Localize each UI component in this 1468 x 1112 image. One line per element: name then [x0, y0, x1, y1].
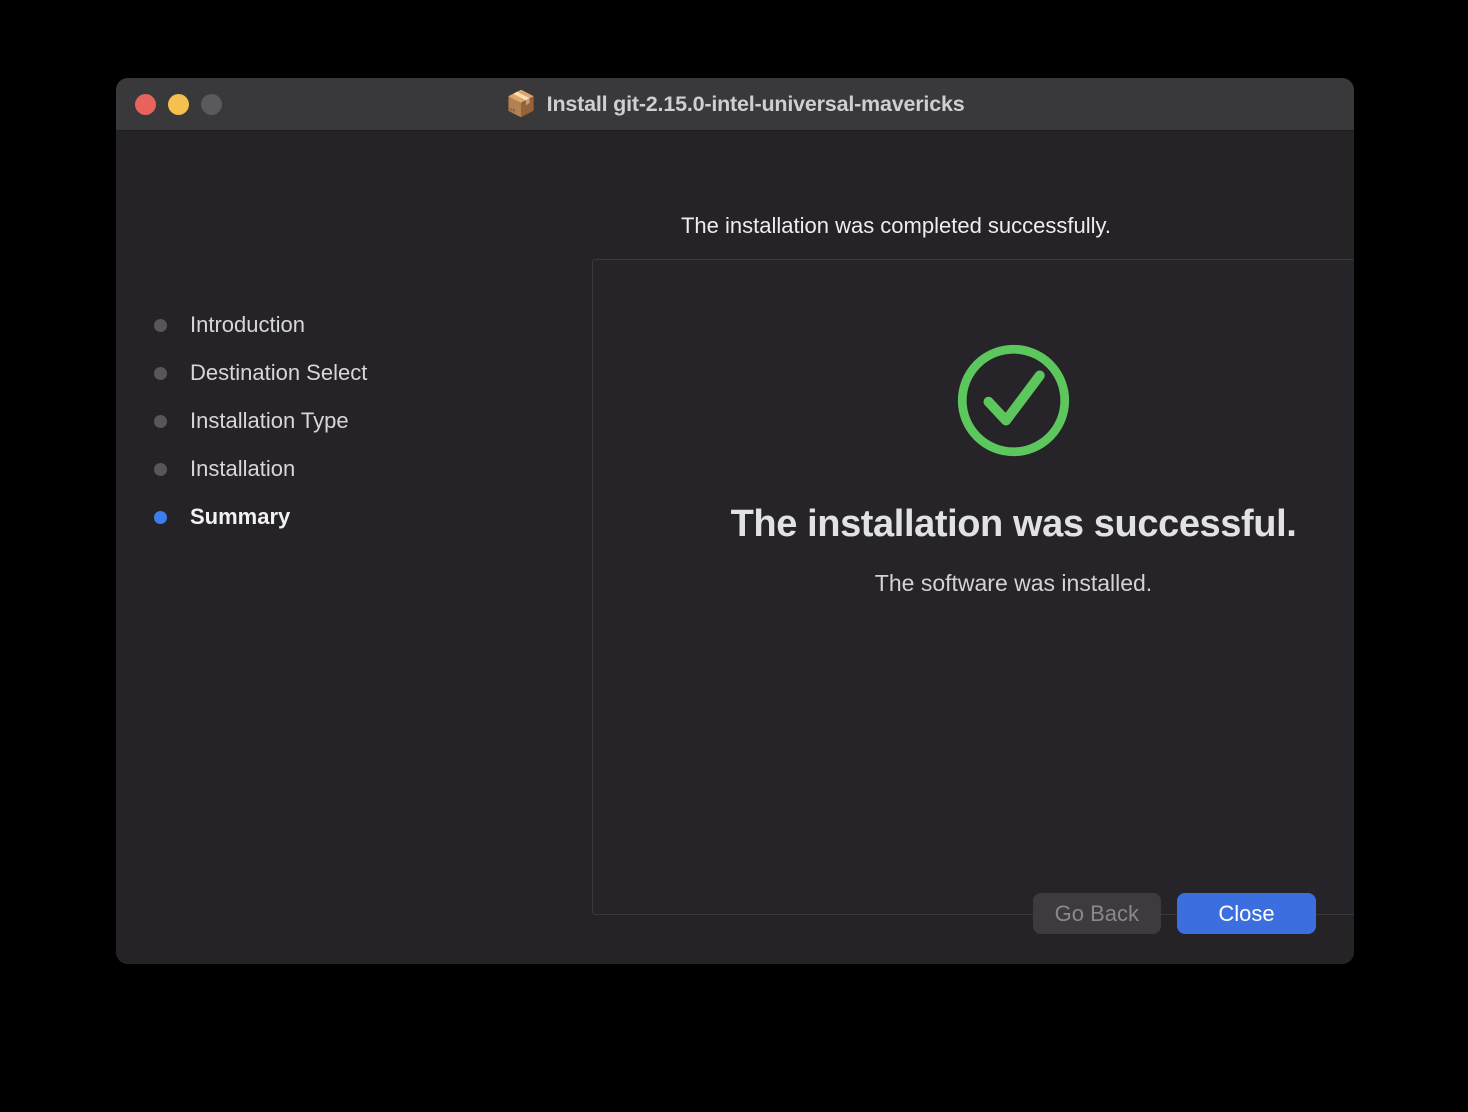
go-back-button[interactable]: Go Back [1032, 893, 1161, 934]
window-titlebar[interactable]: 📦 Install git-2.15.0-intel-universal-mav… [116, 78, 1354, 131]
sidebar-item-installation-type[interactable]: Installation Type [116, 397, 476, 445]
sidebar-item-installation[interactable]: Installation [116, 445, 476, 493]
step-bullet-icon [154, 318, 167, 332]
close-button[interactable]: Close [1177, 893, 1316, 934]
sidebar-item-destination-select[interactable]: Destination Select [116, 349, 476, 397]
window-title-group: 📦 Install git-2.15.0-intel-universal-mav… [116, 89, 1354, 118]
sidebar-item-label: Summary [190, 504, 291, 529]
minimize-window-button[interactable] [168, 93, 189, 115]
zoom-window-button[interactable] [201, 93, 222, 115]
installer-window: 📦 Install git-2.15.0-intel-universal-mav… [116, 78, 1354, 964]
sidebar-item-introduction[interactable]: Introduction [116, 301, 476, 349]
window-title: Install git-2.15.0-intel-universal-maver… [546, 91, 965, 116]
success-title: The installation was successful. [730, 503, 1297, 545]
sidebar-item-summary[interactable]: Summary [116, 493, 476, 541]
success-block: The installation was successful. The sof… [593, 338, 1354, 597]
step-bullet-icon [154, 462, 167, 476]
installer-steps-sidebar: Introduction Destination Select Installa… [116, 131, 476, 541]
window-traffic-lights [135, 93, 222, 115]
installer-main-pane: The installation was completed successfu… [476, 131, 1354, 964]
sidebar-item-label: Installation Type [190, 408, 349, 433]
check-circle-icon [957, 344, 1070, 457]
pane-heading: The installation was completed successfu… [680, 213, 1111, 238]
package-box-icon: 📦 [505, 89, 537, 118]
step-bullet-icon [154, 414, 167, 428]
step-bullet-icon [154, 366, 167, 380]
success-subtitle: The software was installed. [874, 570, 1153, 596]
sidebar-item-label: Installation [190, 456, 296, 481]
window-body: Introduction Destination Select Installa… [116, 131, 1354, 964]
sidebar-item-label: Destination Select [190, 360, 368, 385]
summary-content-box: The installation was successful. The sof… [592, 259, 1354, 915]
footer-button-group: Go Back Close [1032, 893, 1316, 934]
sidebar-item-label: Introduction [190, 312, 305, 337]
step-bullet-active-icon [154, 510, 167, 524]
close-window-button[interactable] [135, 93, 156, 115]
